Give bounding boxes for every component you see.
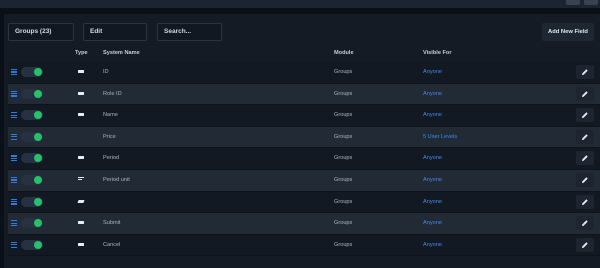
system-name: Period (103, 155, 120, 162)
pencil-icon (582, 242, 588, 248)
search-input[interactable]: Search... (157, 23, 222, 41)
module: Groups (334, 133, 353, 140)
module: Groups (334, 90, 353, 97)
table-row: Price Groups 5 User Levels (8, 126, 600, 149)
visible-for-link[interactable]: Anyone (423, 148, 442, 169)
visible-for-link[interactable]: Anyone (423, 170, 442, 191)
edit-button[interactable] (576, 216, 594, 231)
edit-button[interactable] (576, 65, 594, 79)
visibility-toggle[interactable] (21, 131, 43, 142)
multi-line-icon (78, 176, 84, 181)
visibility-toggle[interactable] (21, 196, 43, 207)
table-row: Period unit Groups Anyone (8, 169, 600, 192)
add-new-field-button[interactable]: Add New Field (542, 23, 594, 41)
edit-button[interactable] (576, 108, 594, 123)
drag-handle-icon[interactable] (11, 198, 17, 205)
pencil-icon (582, 177, 588, 183)
table-row: Groups Anyone (8, 191, 600, 214)
pencil-icon (582, 198, 588, 205)
visible-for-link[interactable]: 5 User Levels (423, 127, 457, 148)
visible-for-link[interactable]: Anyone (423, 84, 442, 105)
visibility-toggle[interactable] (21, 153, 43, 164)
system-name: Role ID (103, 90, 122, 97)
groups-select[interactable]: Groups (23) (8, 23, 74, 41)
fields-table: ID Groups Anyone Role ID Groups Anyone N… (8, 62, 600, 257)
window-control-button[interactable] (584, 0, 598, 5)
table-row: ID Groups Anyone (8, 62, 600, 84)
pencil-icon (582, 155, 588, 162)
column-header-type[interactable]: Type (75, 50, 88, 56)
edit-select[interactable]: Edit (83, 23, 147, 41)
tag-icon (77, 199, 85, 203)
window-control-button[interactable] (566, 0, 580, 5)
drag-handle-icon[interactable] (11, 133, 17, 140)
column-header-visible-for[interactable]: Visible For (423, 50, 452, 56)
edit-button[interactable] (576, 172, 594, 187)
fields-panel: Groups (23) Edit Search... Add New Field… (4, 14, 600, 268)
single-line-icon (78, 221, 84, 225)
module: Groups (334, 241, 353, 248)
toolbar: Groups (23) Edit Search... Add New Field (4, 23, 600, 42)
module: Groups (334, 112, 353, 119)
module: Groups (334, 220, 353, 227)
drag-handle-icon[interactable] (11, 176, 17, 183)
system-name: Name (103, 112, 118, 119)
module: Groups (334, 155, 353, 162)
drag-handle-icon[interactable] (11, 69, 17, 75)
pencil-icon (582, 112, 588, 119)
visible-for-link[interactable]: Anyone (423, 105, 442, 126)
pencil-icon (582, 69, 588, 75)
single-line-icon (78, 156, 84, 160)
visible-for-link[interactable]: Anyone (423, 235, 442, 256)
drag-handle-icon[interactable] (11, 90, 17, 97)
drag-handle-icon[interactable] (11, 241, 17, 248)
table-row: Cancel Groups Anyone (8, 234, 600, 257)
visible-for-link[interactable]: Anyone (423, 192, 442, 213)
edit-button[interactable] (576, 86, 594, 101)
system-name: Submit (103, 220, 121, 227)
single-line-icon (78, 70, 84, 73)
edit-button[interactable] (576, 237, 594, 252)
edit-button[interactable] (576, 129, 594, 144)
window-top-bar (0, 0, 600, 8)
visibility-toggle[interactable] (21, 218, 43, 229)
table-row: Role ID Groups Anyone (8, 83, 600, 106)
single-line-icon (78, 242, 84, 246)
visibility-toggle[interactable] (21, 174, 43, 185)
drag-handle-icon[interactable] (11, 220, 17, 227)
module: Groups (334, 198, 353, 205)
column-header-system-name[interactable]: System Name (103, 50, 140, 56)
edit-button[interactable] (576, 194, 594, 209)
single-line-icon (78, 91, 84, 95)
visibility-toggle[interactable] (21, 88, 43, 99)
table-row: Period Groups Anyone (8, 148, 600, 170)
table-row: Submit Groups Anyone (8, 213, 600, 235)
visibility-toggle[interactable] (21, 110, 43, 121)
system-name: Price (103, 133, 116, 140)
table-row: Name Groups Anyone (8, 105, 600, 127)
visibility-toggle[interactable] (21, 67, 43, 77)
edit-button[interactable] (576, 151, 594, 166)
visible-for-link[interactable]: Anyone (423, 62, 442, 83)
system-name: Cancel (103, 241, 121, 248)
single-line-icon (78, 113, 84, 117)
system-name: Period unit (103, 176, 130, 183)
pencil-icon (582, 134, 588, 140)
module: Groups (334, 176, 353, 183)
pencil-icon (582, 220, 588, 227)
column-header-module[interactable]: Module (334, 50, 354, 56)
visibility-toggle[interactable] (21, 239, 43, 250)
pencil-icon (582, 90, 588, 97)
drag-handle-icon[interactable] (11, 112, 17, 119)
system-name: ID (103, 69, 109, 75)
table-header: Type System Name Module Visible For (4, 50, 600, 62)
visible-for-link[interactable]: Anyone (423, 213, 442, 234)
module: Groups (334, 69, 353, 75)
drag-handle-icon[interactable] (11, 155, 17, 162)
